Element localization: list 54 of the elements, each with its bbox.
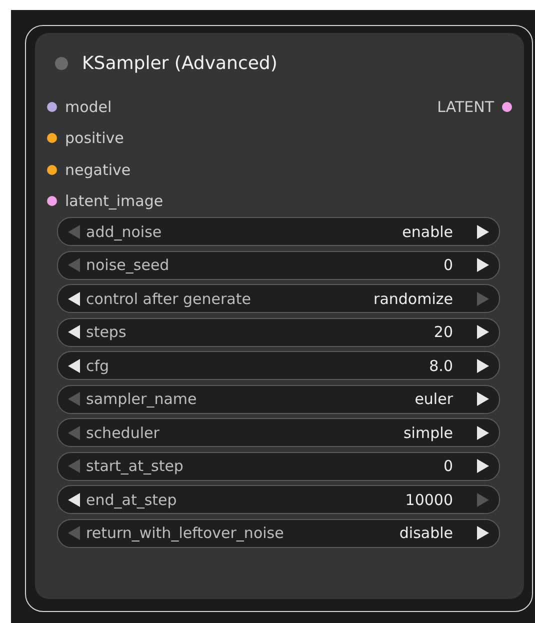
increment-arrow-icon[interactable] — [477, 526, 489, 540]
widget-value: 0 — [443, 256, 453, 274]
output-slot-dot[interactable] — [502, 102, 512, 112]
widget-value: randomize — [374, 290, 453, 308]
widget-label: start_at_step — [86, 457, 184, 475]
widget-value: 0 — [443, 457, 453, 475]
widget-control[interactable]: return_with_leftover_noise disable — [57, 518, 500, 548]
widget-label: sampler_name — [86, 390, 198, 408]
widget-label: return_with_leftover_noise — [86, 524, 285, 542]
widget-value: 10000 — [405, 490, 453, 508]
widget-control[interactable]: control after generate randomize — [57, 284, 500, 313]
widget-label: noise_seed — [86, 256, 170, 274]
widget-label: steps — [86, 323, 128, 341]
increment-arrow-icon[interactable] — [477, 358, 489, 372]
increment-arrow-icon[interactable] — [477, 224, 489, 238]
widget-value: 20 — [434, 323, 453, 341]
input-slot-label: negative — [65, 160, 131, 179]
widget-control[interactable]: cfg 8.0 — [57, 351, 500, 380]
widget-value: 8.0 — [429, 356, 453, 374]
increment-arrow-icon[interactable] — [477, 459, 489, 473]
widget-value: simple — [403, 424, 453, 442]
widget-label: control after generate — [86, 290, 252, 308]
decrement-arrow-icon[interactable] — [68, 325, 80, 339]
widget-control[interactable]: scheduler simple — [57, 418, 500, 447]
input-slot-dot[interactable] — [47, 164, 57, 175]
increment-arrow-icon[interactable] — [477, 392, 489, 406]
input-slot-dot[interactable] — [47, 196, 57, 206]
node-title: KSampler (Advanced) — [82, 52, 278, 74]
input-slot-label: latent_image — [65, 192, 164, 210]
input-slot-dot[interactable] — [47, 133, 57, 144]
output-slot-label: LATENT — [437, 98, 494, 116]
widget-control[interactable]: add_noise enable — [57, 217, 500, 246]
collapse-dot-icon[interactable] — [55, 56, 68, 70]
widget-value: disable — [399, 524, 453, 542]
input-slot-label: model — [65, 98, 112, 116]
widget-value: enable — [402, 222, 453, 240]
widget-label: add_noise — [86, 222, 163, 240]
input-slot-label: positive — [65, 129, 124, 148]
increment-arrow-icon[interactable] — [477, 426, 489, 440]
widget-control[interactable]: end_at_step 10000 — [57, 485, 500, 514]
widget-control[interactable]: start_at_step 0 — [57, 452, 500, 480]
decrement-arrow-icon[interactable] — [68, 292, 80, 306]
widget-control[interactable]: steps 20 — [57, 318, 500, 346]
widget-value: euler — [414, 390, 453, 408]
widget-control[interactable]: sampler_name euler — [57, 384, 500, 414]
increment-arrow-icon[interactable] — [477, 258, 489, 272]
decrement-arrow-icon[interactable] — [68, 492, 80, 506]
widget-label: cfg — [86, 356, 110, 374]
increment-arrow-icon[interactable] — [477, 325, 489, 339]
input-slot-dot[interactable] — [47, 102, 57, 112]
widget-label: scheduler — [86, 424, 160, 442]
decrement-arrow-icon[interactable] — [68, 358, 80, 372]
widget-control[interactable]: noise_seed 0 — [57, 250, 500, 280]
widget-label: end_at_step — [86, 490, 178, 508]
